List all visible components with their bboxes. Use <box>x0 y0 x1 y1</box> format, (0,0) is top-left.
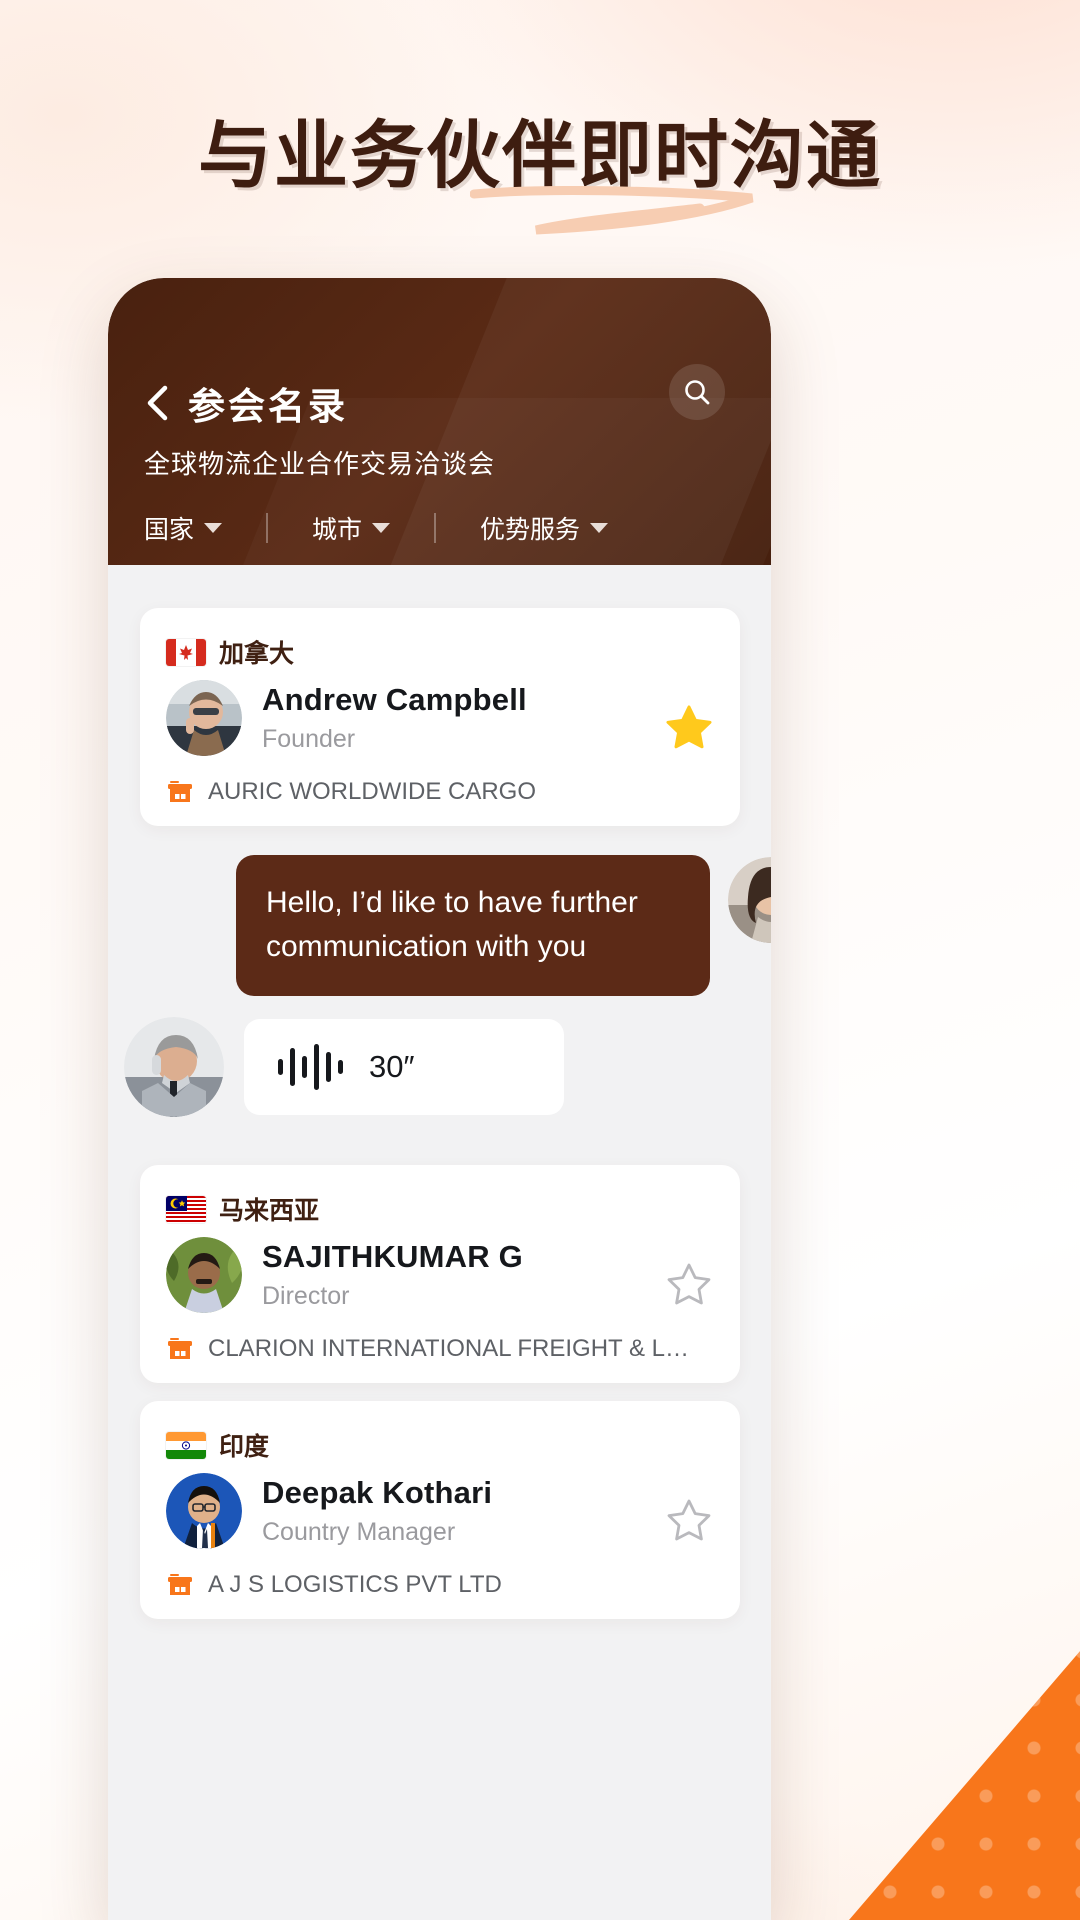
voice-message-bubble[interactable]: 30″ <box>244 1019 564 1115</box>
table-row[interactable]: 马来西亚 SAJITHKUMAR G Director CLARION INTE… <box>140 1165 740 1383</box>
caret-down-icon <box>372 523 391 533</box>
country-tag: 加拿大 <box>166 634 294 670</box>
filter-country[interactable]: 国家 <box>144 510 223 546</box>
voice-duration: 30″ <box>369 1049 415 1084</box>
avatar <box>166 1473 242 1549</box>
country-tag: 马来西亚 <box>166 1191 319 1227</box>
india-flag <box>166 1431 206 1459</box>
avatar <box>166 680 242 756</box>
company-name: AURIC WORLDWIDE CARGO <box>208 778 537 805</box>
star-outline-icon[interactable] <box>666 1497 712 1543</box>
caret-down-icon <box>590 523 609 533</box>
person-role: Founder <box>262 725 356 753</box>
search-button[interactable] <box>669 364 725 420</box>
contact-list[interactable]: 加拿大 Andrew Campbell Founder AURIC WORLDW… <box>108 565 771 1920</box>
company-name: CLARION INTERNATIONAL FREIGHT & LOGISTIC… <box>208 1335 706 1362</box>
company-row: AURIC WORLDWIDE CARGO <box>166 778 706 806</box>
chat-bubble-outgoing[interactable]: Hello, I’d like to have further communic… <box>236 855 710 996</box>
company-row: A J S LOGISTICS PVT LTD <box>166 1571 706 1599</box>
building-icon <box>168 1574 192 1595</box>
table-row[interactable]: 印度 Deepak Kothari Country Manager A J S … <box>140 1401 740 1619</box>
country-label: 印度 <box>219 1432 270 1461</box>
underline-swoosh <box>470 186 754 235</box>
avatar <box>124 1017 224 1117</box>
person-name: Andrew Campbell <box>262 682 527 717</box>
filter-divider <box>266 513 269 543</box>
building-icon <box>168 1338 192 1359</box>
country-label: 马来西亚 <box>219 1196 320 1225</box>
voice-wave-icon <box>278 1044 343 1090</box>
star-filled-icon[interactable] <box>666 704 712 750</box>
orange-corner-decoration <box>780 1590 1080 1920</box>
person-role: Country Manager <box>262 1518 456 1546</box>
person-info: SAJITHKUMAR G Director <box>166 1237 523 1313</box>
person-name: SAJITHKUMAR G <box>262 1239 523 1274</box>
person-role: Director <box>262 1282 350 1310</box>
canada-flag <box>166 638 206 666</box>
table-row[interactable]: 加拿大 Andrew Campbell Founder AURIC WORLDW… <box>140 608 740 826</box>
caret-down-icon <box>204 523 223 533</box>
header-title-row: 参会名录 <box>144 376 348 430</box>
filter-city-label: 城市 <box>312 515 363 544</box>
filter-services-label: 优势服务 <box>480 515 581 544</box>
filter-services[interactable]: 优势服务 <box>480 510 609 546</box>
country-tag: 印度 <box>166 1427 269 1463</box>
page-header-title: 参会名录 <box>188 385 348 428</box>
search-icon <box>685 380 710 405</box>
star-outline-icon[interactable] <box>666 1261 712 1307</box>
filter-country-label: 国家 <box>144 515 195 544</box>
avatar <box>166 1237 242 1313</box>
person-name: Deepak Kothari <box>262 1475 493 1510</box>
company-row: CLARION INTERNATIONAL FREIGHT & LOGISTIC… <box>166 1335 706 1363</box>
filter-city[interactable]: 城市 <box>312 510 391 546</box>
chat-message-text: Hello, I’d like to have further communic… <box>266 886 638 964</box>
person-info: Andrew Campbell Founder <box>166 680 527 756</box>
avatar <box>728 857 771 943</box>
event-subtitle: 全球物流企业合作交易洽谈会 <box>144 450 496 480</box>
filter-divider <box>434 513 437 543</box>
chevron-left-icon[interactable] <box>144 385 170 421</box>
filter-bar: 国家 城市 优势服务 <box>144 510 609 546</box>
company-name: A J S LOGISTICS PVT LTD <box>208 1571 502 1598</box>
malaysia-flag <box>166 1195 206 1223</box>
app-header: 参会名录 全球物流企业合作交易洽谈会 国家 城市 优势服务 <box>108 278 771 573</box>
person-info: Deepak Kothari Country Manager <box>166 1473 492 1549</box>
building-icon <box>168 781 192 802</box>
phone-mockup: 参会名录 全球物流企业合作交易洽谈会 国家 城市 优势服务 加拿大 Andrew… <box>108 278 771 1920</box>
country-label: 加拿大 <box>219 639 295 668</box>
